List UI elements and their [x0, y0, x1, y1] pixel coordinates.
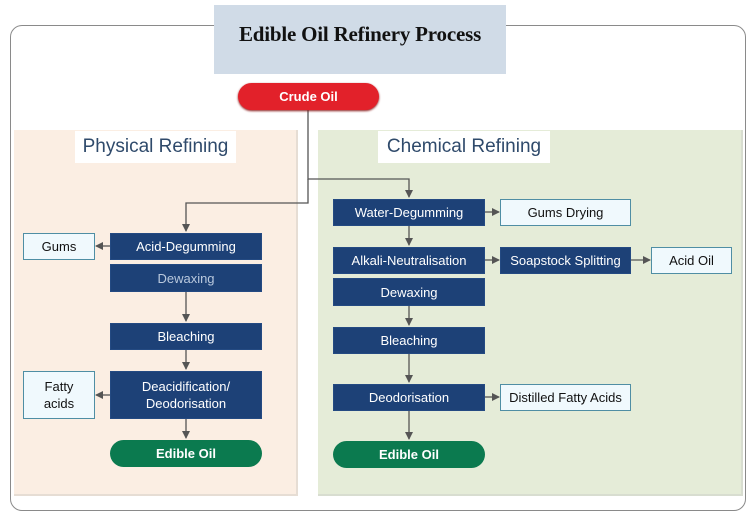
gums-byproduct: Gums [23, 233, 95, 260]
fatty-acids-byproduct: Fatty acids [23, 371, 95, 419]
step-bleaching: Bleaching [110, 323, 262, 350]
step-bleaching-chemical: Bleaching [333, 327, 485, 354]
connector-crude-to-physical [182, 179, 309, 232]
edible-oil-chemical: Edible Oil [333, 441, 485, 468]
gums-drying-byproduct: Gums Drying [500, 199, 631, 226]
crude-oil-node: Crude Oil [238, 83, 379, 110]
step-acid-degumming: Acid-Degumming [110, 233, 262, 260]
edible-oil-physical: Edible Oil [110, 440, 262, 467]
step-alkali-neutralisation: Alkali-Neutralisation [333, 247, 485, 274]
step-soapstock-splitting: Soapstock Splitting [500, 247, 631, 274]
acid-oil-byproduct: Acid Oil [651, 247, 732, 274]
step-dewaxing: Dewaxing [110, 264, 262, 292]
step-water-degumming: Water-Degumming [333, 199, 485, 226]
step-dewaxing-chemical: Dewaxing [333, 278, 485, 306]
distilled-fatty-acids-byproduct: Distilled Fatty Acids [500, 384, 631, 411]
step-deodorisation: Deodorisation [333, 384, 485, 411]
connector-crude-to-chemical [307, 110, 413, 198]
step-deacidification-deodorisation: Deacidification/ Deodorisation [110, 371, 262, 419]
